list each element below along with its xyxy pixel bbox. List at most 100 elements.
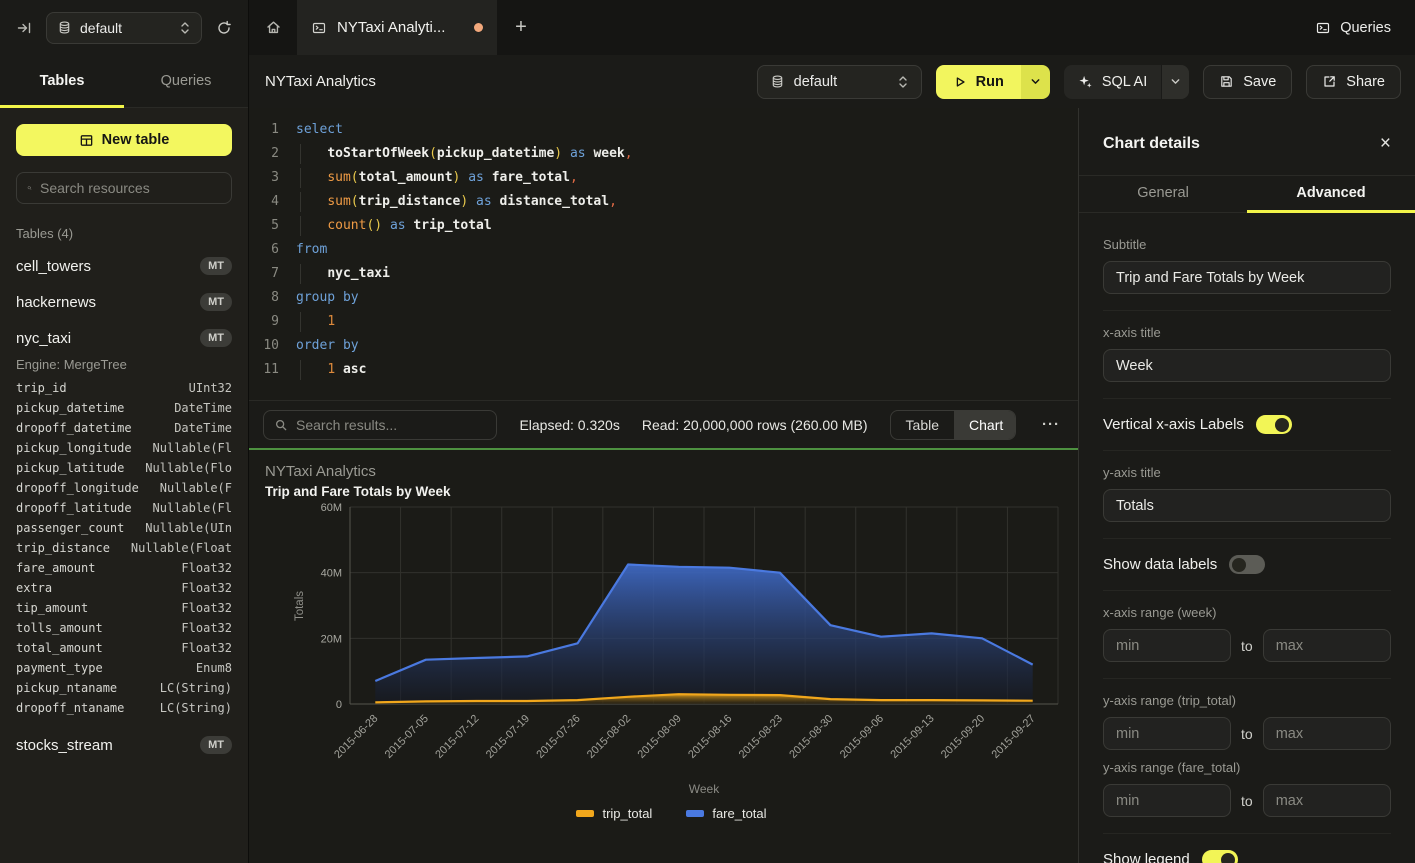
results-bar: Elapsed: 0.320s Read: 20,000,000 rows (2… [249,400,1078,448]
vertical-labels-toggle[interactable] [1256,415,1292,434]
column-row[interactable]: dropoff_ntanameLC(String) [16,698,232,718]
results-more-button[interactable]: ··· [1038,416,1064,433]
engine-badge: MT [200,293,232,311]
editor-line[interactable]: 4 sum(trip_distance) as distance_total, [249,190,1078,214]
yaxis-title-field[interactable] [1103,489,1391,522]
column-row[interactable]: total_amountFloat32 [16,638,232,658]
table-row-cell-towers[interactable]: cell_towers MT [16,255,232,277]
legend-item-trip_total[interactable]: trip_total [576,806,652,821]
editor-line[interactable]: 7 nyc_taxi [249,262,1078,286]
xaxis-title-field[interactable] [1103,349,1391,382]
run-button[interactable]: Run [936,65,1021,99]
column-row[interactable]: dropoff_longitudeNullable(F [16,478,232,498]
yaxis-range-trip-min-field[interactable] [1103,717,1231,750]
sql-ai-options-button[interactable] [1161,65,1189,99]
xaxis-range-max-field[interactable] [1263,629,1391,662]
column-name: dropoff_latitude [16,501,132,515]
sql-editor[interactable]: 1select2 toStartOfWeek(pickup_datetime) … [249,108,1078,400]
line-code: select [279,118,343,142]
column-type: DateTime [174,421,232,435]
show-legend-toggle[interactable] [1202,850,1238,863]
yaxis-range-trip-max-field[interactable] [1263,717,1391,750]
yaxis-range-fare-max-field[interactable] [1263,784,1391,817]
column-row[interactable]: pickup_ntanameLC(String) [16,678,232,698]
sidebar-search-input[interactable] [40,180,221,196]
run-options-button[interactable] [1021,65,1050,99]
sql-ai-button[interactable]: SQL AI [1064,65,1161,99]
tab-general[interactable]: General [1079,176,1247,212]
home-button[interactable] [249,0,297,55]
editor-line[interactable]: 9 1 [249,310,1078,334]
read-stat: Read: 20,000,000 rows (260.00 MB) [642,417,868,433]
column-row[interactable]: trip_idUInt32 [16,378,232,398]
editor-line[interactable]: 11 1 asc [249,358,1078,382]
collapse-sidebar-button[interactable] [12,16,36,40]
column-type: Nullable(Float [131,541,232,555]
sidebar-tab-tables[interactable]: Tables [0,55,124,107]
editor-line[interactable]: 2 toStartOfWeek(pickup_datetime) as week… [249,142,1078,166]
table-row-stocks-stream[interactable]: stocks_stream MT [16,734,232,756]
table-row-nyc-taxi[interactable]: nyc_taxi MT [16,327,232,349]
column-row[interactable]: pickup_datetimeDateTime [16,398,232,418]
line-number: 4 [249,190,279,214]
column-name: tip_amount [16,601,88,615]
editor-line[interactable]: 6from [249,238,1078,262]
yaxis-range-trip-inputs: to [1103,717,1391,750]
sidebar-body: New table Tables (4) cell_towers MT hack… [0,108,248,863]
indent-guide [300,264,301,284]
column-row[interactable]: dropoff_datetimeDateTime [16,418,232,438]
editor-line[interactable]: 1select [249,118,1078,142]
yaxis-range-fare-min-field[interactable] [1103,784,1231,817]
editor-line[interactable]: 10order by [249,334,1078,358]
column-row[interactable]: tolls_amountFloat32 [16,618,232,638]
column-row[interactable]: pickup_latitudeNullable(Flo [16,458,232,478]
sidebar-database-select[interactable]: default [46,12,202,44]
view-toggle-table[interactable]: Table [891,411,954,439]
column-row[interactable]: fare_amountFloat32 [16,558,232,578]
query-tab[interactable]: NYTaxi Analyti... [297,0,497,55]
column-row[interactable]: pickup_longitudeNullable(Fl [16,438,232,458]
new-table-button[interactable]: New table [16,124,232,156]
column-row[interactable]: tip_amount Float32 [16,598,232,618]
table-name: hackernews [16,294,96,311]
view-toggle-chart[interactable]: Chart [954,411,1016,439]
editor-line[interactable]: 8group by [249,286,1078,310]
sidebar-tab-queries[interactable]: Queries [124,55,248,107]
subtitle-field[interactable] [1103,261,1391,294]
area-chart[interactable]: 020M40M60MTotals2015-06-282015-07-052015… [265,499,1075,799]
run-button-label: Run [976,74,1004,90]
queries-button[interactable]: Queries [1291,0,1415,55]
editor-line[interactable]: 5 count() as trip_total [249,214,1078,238]
close-icon[interactable]: × [1380,134,1391,153]
svg-text:2015-07-12: 2015-07-12 [433,713,481,761]
refresh-button[interactable] [212,16,236,40]
new-tab-button[interactable]: + [497,0,545,55]
save-button[interactable]: Save [1203,65,1292,99]
column-row[interactable]: extraFloat32 [16,578,232,598]
tab-advanced[interactable]: Advanced [1247,176,1415,212]
results-search-input[interactable] [296,417,486,433]
column-row[interactable]: dropoff_latitudeNullable(Fl [16,498,232,518]
column-row[interactable]: payment_typeEnum8 [16,658,232,678]
line-code: sum(trip_distance) as distance_total, [279,190,617,214]
column-type: Float32 [181,601,232,615]
search-icon [274,418,288,432]
column-row[interactable]: passenger_countNullable(UIn [16,518,232,538]
share-button[interactable]: Share [1306,65,1401,99]
line-code: 1 [279,310,335,334]
svg-text:Totals: Totals [294,591,306,621]
chart-details-panel: Chart details × General Advanced Subtitl… [1078,108,1415,863]
column-name: payment_type [16,661,103,675]
chevron-updown-icon [179,21,191,35]
legend-item-fare_total[interactable]: fare_total [686,806,766,821]
toolbar-database-select[interactable]: default [757,65,922,99]
show-data-labels-toggle[interactable] [1229,555,1265,574]
indent-guide [300,168,301,188]
xaxis-range-min-field[interactable] [1103,629,1231,662]
panel-header: Chart details × [1079,108,1415,176]
table-row-hackernews[interactable]: hackernews MT [16,291,232,313]
line-number: 3 [249,166,279,190]
editor-line[interactable]: 3 sum(total_amount) as fare_total, [249,166,1078,190]
column-row[interactable]: trip_distanceNullable(Float [16,538,232,558]
indent-guide [300,192,301,212]
